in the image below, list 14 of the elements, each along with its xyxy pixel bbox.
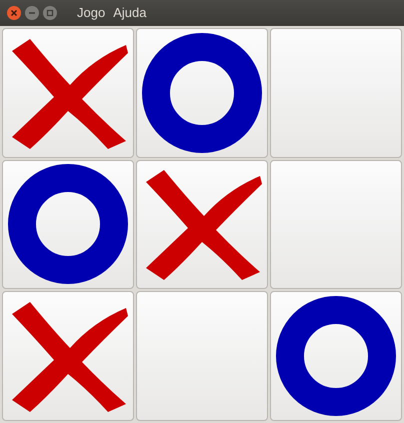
board-cell[interactable] <box>270 291 402 421</box>
board-cell[interactable] <box>136 291 268 421</box>
close-icon[interactable] <box>7 6 21 20</box>
minimize-icon[interactable] <box>25 6 39 20</box>
board-cell[interactable] <box>136 28 268 158</box>
board-cell[interactable] <box>2 291 134 421</box>
board-cell[interactable] <box>270 160 402 290</box>
board-cell[interactable] <box>270 28 402 158</box>
menu-item[interactable]: Ajuda <box>113 3 146 23</box>
maximize-icon[interactable] <box>43 6 57 20</box>
board-cell[interactable] <box>2 160 134 290</box>
menu-item[interactable]: Jogo <box>77 3 106 23</box>
board-cell[interactable] <box>136 160 268 290</box>
board-cell[interactable] <box>2 28 134 158</box>
